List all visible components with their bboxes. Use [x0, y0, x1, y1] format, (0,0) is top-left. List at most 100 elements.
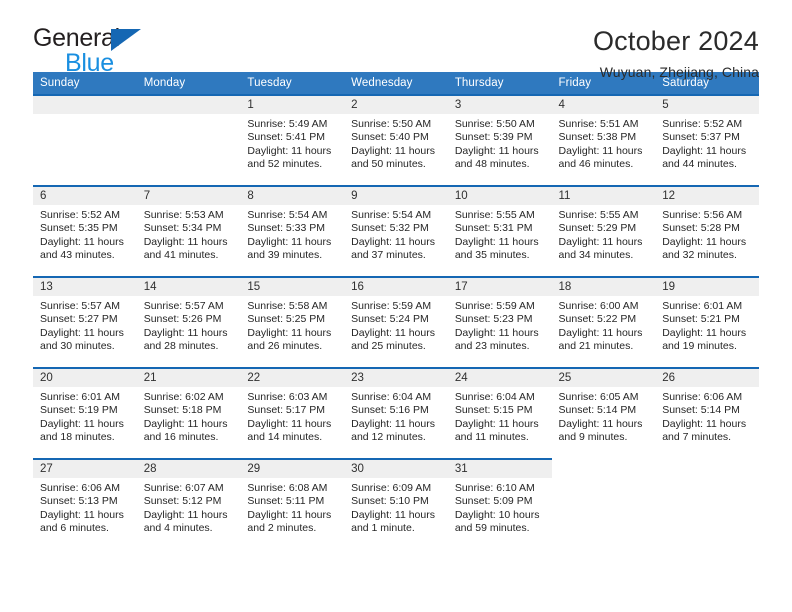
sunrise-text: Sunrise: 6:03 AM [247, 391, 328, 403]
day-details: Sunrise: 6:06 AM Sunset: 5:13 PM Daylight:… [33, 478, 137, 535]
day-number: 22 [240, 369, 345, 387]
calendar-day-cell[interactable]: 7 Sunrise: 5:53 AM Sunset: 5:34 PM Daylight… [136, 185, 241, 277]
day-details: Sunrise: 5:49 AM Sunset: 5:41 PM Daylight:… [240, 114, 344, 171]
day-details: Sunrise: 5:50 AM Sunset: 5:40 PM Daylight:… [344, 114, 448, 171]
calendar-day-cell[interactable]: 19 Sunrise: 6:01 AM Sunset: 5:21 PM Dayligh… [655, 276, 759, 368]
sunset-text: Sunset: 5:27 PM [40, 313, 118, 326]
day-number: 3 [447, 96, 552, 114]
calendar-day-cell[interactable]: 29 Sunrise: 6:08 AM Sunset: 5:11 PM Dayligh… [240, 458, 345, 550]
calendar-day-cell[interactable]: 8 Sunrise: 5:54 AM Sunset: 5:33 PM Daylight… [240, 185, 345, 277]
calendar-week-row: 13 Sunrise: 5:57 AM Sunset: 5:27 PM Dayligh… [33, 276, 759, 368]
day-number [33, 96, 137, 114]
sunrise-text: Sunrise: 5:54 AM [351, 209, 432, 221]
sunset-text: Sunset: 5:28 PM [662, 222, 740, 235]
day-details: Sunrise: 6:05 AM Sunset: 5:14 PM Daylight:… [552, 387, 656, 444]
day-number: 23 [344, 369, 448, 387]
day-number: 4 [551, 96, 656, 114]
day-details: Sunrise: 5:52 AM Sunset: 5:35 PM Daylight:… [33, 205, 137, 262]
calendar-day-cell[interactable]: 4 Sunrise: 5:51 AM Sunset: 5:38 PM Daylight… [551, 94, 656, 186]
day-details: Sunrise: 5:52 AM Sunset: 5:37 PM Daylight:… [655, 114, 759, 171]
sunset-text: Sunset: 5:25 PM [247, 313, 326, 326]
day-number: 29 [240, 460, 345, 478]
sunset-text: Sunset: 5:29 PM [558, 222, 637, 235]
sunset-text: Sunset: 5:14 PM [558, 404, 637, 417]
sunset-text: Sunset: 5:40 PM [351, 131, 429, 144]
sunrise-text: Sunrise: 5:50 AM [454, 118, 535, 130]
calendar-empty-cell [33, 94, 137, 186]
calendar-day-cell[interactable]: 18 Sunrise: 6:00 AM Sunset: 5:22 PM Dayligh… [551, 276, 656, 368]
calendar-day-cell[interactable]: 16 Sunrise: 5:59 AM Sunset: 5:24 PM Dayligh… [344, 276, 448, 368]
calendar-week-row: 27 Sunrise: 6:06 AM Sunset: 5:13 PM Dayligh… [33, 458, 759, 550]
day-number: 16 [344, 278, 448, 296]
day-number: 1 [240, 96, 345, 114]
sunrise-text: Sunrise: 5:51 AM [558, 118, 639, 130]
day-details: Sunrise: 5:51 AM Sunset: 5:38 PM Daylight:… [552, 114, 656, 171]
calendar-week-row: 6 Sunrise: 5:52 AM Sunset: 5:35 PM Daylight… [33, 185, 759, 277]
sunset-text: Sunset: 5:39 PM [454, 131, 533, 144]
calendar-day-cell[interactable]: 28 Sunrise: 6:07 AM Sunset: 5:12 PM Dayligh… [136, 458, 241, 550]
calendar-day-cell[interactable]: 17 Sunrise: 5:59 AM Sunset: 5:23 PM Dayligh… [447, 276, 552, 368]
calendar-day-cell[interactable]: 21 Sunrise: 6:02 AM Sunset: 5:18 PM Dayligh… [136, 367, 241, 459]
logo-text-blue: Blue [65, 49, 114, 77]
day-number: 14 [136, 278, 241, 296]
day-details: Sunrise: 5:50 AM Sunset: 5:39 PM Daylight:… [448, 114, 552, 171]
calendar-day-cell[interactable]: 11 Sunrise: 5:55 AM Sunset: 5:29 PM Dayligh… [551, 185, 656, 277]
daylight-text: Daylight: 11 hours and 46 minutes. [558, 144, 643, 170]
calendar-day-cell[interactable]: 22 Sunrise: 6:03 AM Sunset: 5:17 PM Dayligh… [240, 367, 345, 459]
sunrise-text: Sunrise: 6:04 AM [454, 391, 535, 403]
sunset-text: Sunset: 5:37 PM [662, 131, 740, 144]
sunrise-text: Sunrise: 5:54 AM [247, 209, 328, 221]
calendar-day-cell[interactable]: 10 Sunrise: 5:55 AM Sunset: 5:31 PM Dayligh… [447, 185, 552, 277]
day-number: 12 [655, 187, 759, 205]
daylight-text: Daylight: 11 hours and 44 minutes. [662, 144, 747, 170]
sunset-text: Sunset: 5:16 PM [351, 404, 429, 417]
day-number: 30 [344, 460, 448, 478]
sunset-text: Sunset: 5:31 PM [454, 222, 533, 235]
sunrise-text: Sunrise: 6:05 AM [558, 391, 639, 403]
calendar-day-cell[interactable]: 14 Sunrise: 5:57 AM Sunset: 5:26 PM Dayligh… [136, 276, 241, 368]
calendar-day-cell[interactable]: 2 Sunrise: 5:50 AM Sunset: 5:40 PM Daylight… [344, 94, 448, 186]
day-details: Sunrise: 6:01 AM Sunset: 5:19 PM Daylight:… [33, 387, 137, 444]
sunset-text: Sunset: 5:11 PM [247, 495, 325, 508]
calendar-day-cell[interactable]: 9 Sunrise: 5:54 AM Sunset: 5:32 PM Daylight… [344, 185, 448, 277]
day-details: Sunrise: 6:10 AM Sunset: 5:09 PM Daylight:… [448, 478, 552, 535]
sunset-text: Sunset: 5:22 PM [558, 313, 637, 326]
sunrise-text: Sunrise: 6:01 AM [662, 300, 743, 312]
day-details: Sunrise: 5:56 AM Sunset: 5:28 PM Daylight:… [655, 205, 759, 262]
day-details: Sunrise: 6:04 AM Sunset: 5:15 PM Daylight:… [448, 387, 552, 444]
sunset-text: Sunset: 5:09 PM [454, 495, 533, 508]
calendar-day-cell[interactable]: 31 Sunrise: 6:10 AM Sunset: 5:09 PM Dayligh… [447, 458, 552, 550]
day-number: 8 [240, 187, 345, 205]
daylight-text: Daylight: 11 hours and 52 minutes. [247, 144, 332, 170]
sunset-text: Sunset: 5:17 PM [247, 404, 326, 417]
calendar-day-cell[interactable]: 6 Sunrise: 5:52 AM Sunset: 5:35 PM Daylight… [33, 185, 137, 277]
day-details: Sunrise: 5:57 AM Sunset: 5:26 PM Daylight:… [137, 296, 241, 353]
calendar-day-cell[interactable]: 23 Sunrise: 6:04 AM Sunset: 5:16 PM Dayligh… [344, 367, 448, 459]
sunrise-text: Sunrise: 5:59 AM [351, 300, 432, 312]
calendar-day-cell[interactable]: 25 Sunrise: 6:05 AM Sunset: 5:14 PM Dayligh… [551, 367, 656, 459]
sunrise-text: Sunrise: 5:52 AM [662, 118, 743, 130]
calendar-day-cell[interactable]: 27 Sunrise: 6:06 AM Sunset: 5:13 PM Dayligh… [33, 458, 137, 550]
calendar-day-cell[interactable]: 12 Sunrise: 5:56 AM Sunset: 5:28 PM Dayligh… [655, 185, 759, 277]
calendar-day-cell[interactable]: 30 Sunrise: 6:09 AM Sunset: 5:10 PM Dayligh… [344, 458, 448, 550]
sunrise-text: Sunrise: 6:00 AM [558, 300, 639, 312]
calendar-page: General Blue October 2024 Wuyuan, Zhejia… [0, 0, 792, 612]
daylight-text: Daylight: 11 hours and 28 minutes. [143, 326, 228, 352]
calendar-day-cell[interactable]: 1 Sunrise: 5:49 AM Sunset: 5:41 PM Daylight… [240, 94, 345, 186]
day-number: 31 [447, 460, 552, 478]
calendar-day-cell[interactable]: 24 Sunrise: 6:04 AM Sunset: 5:15 PM Dayligh… [447, 367, 552, 459]
calendar-day-cell[interactable]: 26 Sunrise: 6:06 AM Sunset: 5:14 PM Dayligh… [655, 367, 759, 459]
calendar-day-cell[interactable]: 5 Sunrise: 5:52 AM Sunset: 5:37 PM Daylight… [655, 94, 759, 186]
calendar-day-cell[interactable]: 13 Sunrise: 5:57 AM Sunset: 5:27 PM Dayligh… [33, 276, 137, 368]
sunset-text: Sunset: 5:18 PM [143, 404, 222, 417]
calendar-day-cell[interactable]: 3 Sunrise: 5:50 AM Sunset: 5:39 PM Daylight… [447, 94, 552, 186]
daylight-text: Daylight: 11 hours and 23 minutes. [454, 326, 539, 352]
calendar-week-row: 20 Sunrise: 6:01 AM Sunset: 5:19 PM Dayligh… [33, 367, 759, 459]
calendar-day-cell[interactable]: 15 Sunrise: 5:58 AM Sunset: 5:25 PM Dayligh… [240, 276, 345, 368]
daylight-text: Daylight: 11 hours and 6 minutes. [40, 508, 124, 534]
sunrise-text: Sunrise: 6:04 AM [351, 391, 432, 403]
sunset-text: Sunset: 5:14 PM [662, 404, 740, 417]
calendar-day-cell[interactable]: 20 Sunrise: 6:01 AM Sunset: 5:19 PM Dayligh… [33, 367, 137, 459]
daylight-text: Daylight: 11 hours and 14 minutes. [247, 417, 332, 443]
daylight-text: Daylight: 11 hours and 11 minutes. [454, 417, 539, 443]
